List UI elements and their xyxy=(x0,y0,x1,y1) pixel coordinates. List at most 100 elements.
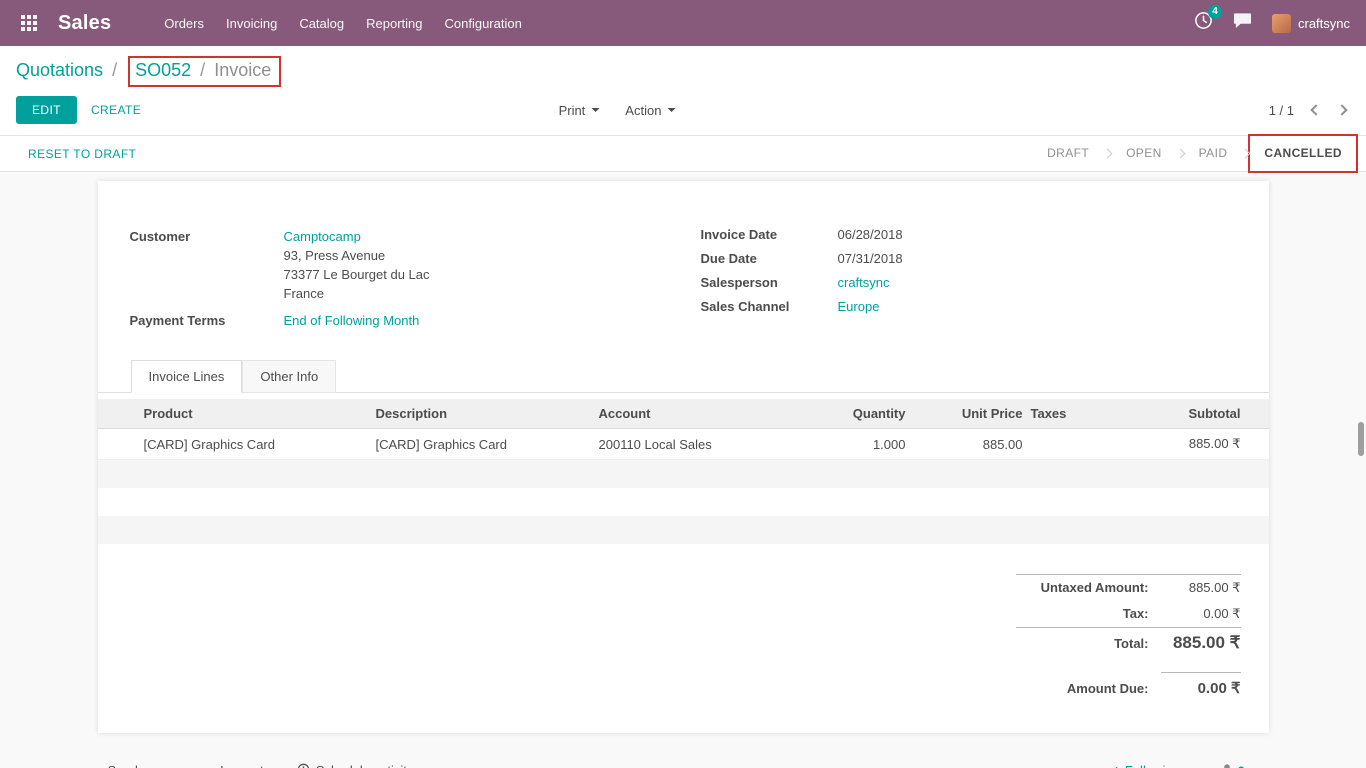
tax-label: Tax: xyxy=(1016,606,1161,621)
apps-menu-button[interactable] xyxy=(16,10,42,36)
total-value: 885.00 ₹ xyxy=(1161,633,1241,653)
table-header-row: Product Description Account Quantity Uni… xyxy=(98,399,1269,429)
sales-channel-label: Sales Channel xyxy=(701,299,838,315)
cell-product: [CARD] Graphics Card xyxy=(98,429,372,460)
status-open[interactable]: OPEN xyxy=(1112,136,1176,171)
cell-quantity: 1.000 xyxy=(815,429,910,460)
salesperson-link[interactable]: craftsync xyxy=(838,275,890,290)
nav-item-invoicing[interactable]: Invoicing xyxy=(215,10,288,37)
pager: 1 / 1 xyxy=(1269,103,1350,118)
activities-button[interactable]: 4 xyxy=(1194,11,1213,35)
nav-item-orders[interactable]: Orders xyxy=(153,10,215,37)
cell-taxes xyxy=(1027,429,1117,460)
breadcrumb-quotations[interactable]: Quotations xyxy=(16,60,103,80)
invoice-lines-table: Product Description Account Quantity Uni… xyxy=(98,399,1269,544)
user-name: craftsync xyxy=(1298,16,1350,31)
col-product[interactable]: Product xyxy=(98,399,372,429)
app-title[interactable]: Sales xyxy=(58,12,111,35)
send-message-label: Send message xyxy=(108,763,195,768)
action-dropdown[interactable]: Action xyxy=(625,103,675,118)
control-panel: Quotations / SO052 / Invoice EDIT CREATE… xyxy=(0,46,1366,135)
breadcrumb-record[interactable]: SO052 xyxy=(135,60,191,80)
address-line: France xyxy=(284,284,430,303)
status-cancelled[interactable]: CANCELLED xyxy=(1250,146,1356,160)
top-menu: Orders Invoicing Catalog Reporting Confi… xyxy=(153,10,533,37)
log-note-label: Log note xyxy=(220,763,271,768)
sales-channel-link[interactable]: Europe xyxy=(838,299,880,314)
user-avatar xyxy=(1272,14,1291,33)
log-note-button[interactable]: Log note xyxy=(220,763,271,768)
main-content: Customer Camptocamp 93, Press Avenue 733… xyxy=(0,181,1366,768)
form-fields: Customer Camptocamp 93, Press Avenue 733… xyxy=(98,181,1269,330)
following-button[interactable]: ✓ Following xyxy=(1109,763,1180,768)
following-label: Following xyxy=(1125,763,1180,768)
schedule-activity-label: Schedule activity xyxy=(316,763,414,768)
edit-button[interactable]: EDIT xyxy=(16,96,77,124)
messages-button[interactable] xyxy=(1233,12,1252,34)
nav-item-configuration[interactable]: Configuration xyxy=(434,10,533,37)
col-quantity[interactable]: Quantity xyxy=(815,399,910,429)
chevron-separator-icon xyxy=(1241,149,1251,159)
topbar-systray: 4 craftsync xyxy=(1194,11,1350,35)
col-unit-price[interactable]: Unit Price xyxy=(910,399,1027,429)
activity-count-badge: 4 xyxy=(1208,5,1222,19)
invoice-date-label: Invoice Date xyxy=(701,227,838,243)
invoice-sheet: Customer Camptocamp 93, Press Avenue 733… xyxy=(98,181,1269,733)
control-panel-buttons: EDIT CREATE Print Action 1 / 1 xyxy=(16,95,1350,125)
breadcrumb-separator: / xyxy=(112,60,117,80)
action-dropdown-label: Action xyxy=(625,103,661,118)
untaxed-amount-label: Untaxed Amount: xyxy=(1016,580,1161,595)
check-icon: ✓ xyxy=(1109,763,1120,768)
invoice-line-row[interactable]: [CARD] Graphics Card [CARD] Graphics Car… xyxy=(98,429,1269,460)
untaxed-amount-value: 885.00 ₹ xyxy=(1161,580,1241,596)
col-description[interactable]: Description xyxy=(372,399,595,429)
schedule-activity-button[interactable]: Schedule activity xyxy=(297,763,414,768)
chevron-right-icon[interactable] xyxy=(1336,104,1347,115)
chatter: Send message Log note Schedule activity … xyxy=(98,763,1269,768)
empty-row xyxy=(98,488,1269,516)
create-button[interactable]: CREATE xyxy=(91,103,141,117)
followers-count: 2 xyxy=(1238,764,1245,768)
address-line: 73377 Le Bourget du Lac xyxy=(284,265,430,284)
status-draft[interactable]: DRAFT xyxy=(1033,136,1103,171)
col-account[interactable]: Account xyxy=(595,399,815,429)
annotation-box-breadcrumb: SO052 / Invoice xyxy=(128,56,281,87)
empty-row xyxy=(98,516,1269,544)
amount-due-value: 0.00 ₹ xyxy=(1161,672,1241,697)
person-icon xyxy=(1220,763,1234,768)
col-subtotal[interactable]: Subtotal xyxy=(1117,399,1269,429)
nav-item-reporting[interactable]: Reporting xyxy=(355,10,433,37)
notebook-tabs: Invoice Lines Other Info xyxy=(98,360,1269,393)
statusbar: RESET TO DRAFT DRAFT OPEN PAID CANCELLED xyxy=(0,135,1366,172)
total-label: Total: xyxy=(1016,636,1161,651)
followers-button[interactable]: 2 xyxy=(1220,763,1245,768)
chevron-left-icon[interactable] xyxy=(1310,104,1321,115)
tab-other-info[interactable]: Other Info xyxy=(242,360,336,393)
customer-link[interactable]: Camptocamp xyxy=(284,229,361,244)
cell-subtotal: 885.00 ₹ xyxy=(1117,429,1269,460)
user-menu[interactable]: craftsync xyxy=(1272,14,1350,33)
send-message-button[interactable]: Send message xyxy=(108,763,195,768)
payment-terms-link[interactable]: End of Following Month xyxy=(284,313,420,328)
col-taxes[interactable]: Taxes xyxy=(1027,399,1117,429)
amount-due-label: Amount Due: xyxy=(1016,681,1161,696)
print-dropdown-label: Print xyxy=(559,103,586,118)
caret-down-icon xyxy=(667,108,675,112)
chevron-separator-icon xyxy=(1103,149,1113,159)
top-navbar: Sales Orders Invoicing Catalog Reporting… xyxy=(0,0,1366,46)
scrollbar-thumb[interactable] xyxy=(1358,422,1364,456)
customer-label: Customer xyxy=(130,227,284,303)
due-date-label: Due Date xyxy=(701,251,838,267)
annotation-box-status: CANCELLED xyxy=(1250,136,1356,171)
schedule-clock-icon xyxy=(297,763,310,768)
payment-terms-label: Payment Terms xyxy=(130,311,284,330)
status-paid[interactable]: PAID xyxy=(1185,136,1242,171)
tab-invoice-lines[interactable]: Invoice Lines xyxy=(131,360,243,393)
breadcrumb-separator: / xyxy=(200,60,205,80)
reset-to-draft-button[interactable]: RESET TO DRAFT xyxy=(28,147,136,161)
nav-item-catalog[interactable]: Catalog xyxy=(288,10,355,37)
address-line: 93, Press Avenue xyxy=(284,246,430,265)
invoice-date-value: 06/28/2018 xyxy=(838,227,903,243)
print-dropdown[interactable]: Print xyxy=(559,103,600,118)
status-pipeline: DRAFT OPEN PAID CANCELLED xyxy=(1033,136,1356,171)
